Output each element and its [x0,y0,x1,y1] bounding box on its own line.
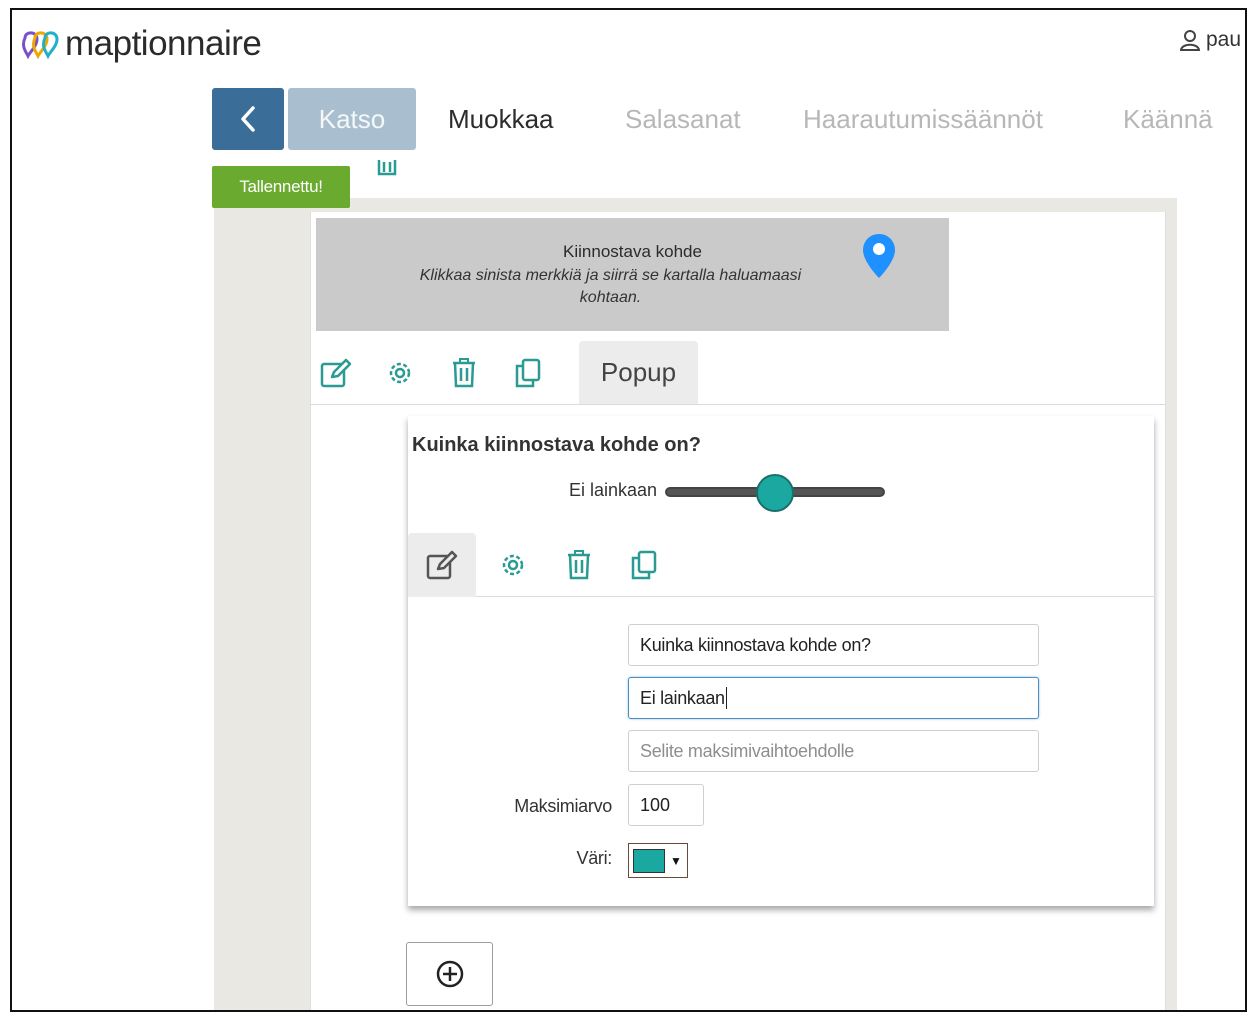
app-window: maptionnaire pau Katso Muokkaa Salasanat… [10,8,1247,1012]
settings-gear-icon[interactable] [380,353,420,393]
plus-circle-icon [436,960,463,988]
slider-question-card: Kuinka kiinnostava kohde on? Ei lainkaan [408,416,1154,906]
copy-icon[interactable] [624,545,664,585]
map-question-toolbar [316,341,572,405]
question-title: Kuinka kiinnostava kohde on? [412,434,701,456]
max-label-input-placeholder: Selite maksimivaihtoehdolle [640,740,855,761]
tab-popup[interactable]: Popup [579,341,698,404]
tab-katso[interactable]: Katso [288,88,416,150]
question-title-input-value: Kuinka kiinnostava kohde on? [640,634,871,655]
edit-tab[interactable] [408,533,476,597]
tab-kaanna[interactable]: Käännä [1123,88,1213,150]
map-question-title: Kiinnostava kohde [563,242,702,261]
question-title-input[interactable]: Kuinka kiinnostava kohde on? [628,624,1039,666]
chevron-left-icon [241,106,255,132]
max-value-input-value: 100 [640,794,671,815]
text-cursor [725,687,727,709]
tab-muokkaa[interactable]: Muokkaa [448,88,554,150]
map-marker-question[interactable]: Kiinnostava kohde Klikkaa sinista merkki… [316,218,949,331]
slider-min-label: Ei lainkaan [569,480,658,500]
slider-thumb[interactable] [756,474,794,512]
copy-icon[interactable] [508,353,548,393]
logo-text: maptionnaire [65,24,262,63]
edit-icon[interactable] [316,353,356,393]
divider [310,404,1166,405]
max-value-input[interactable]: 100 [628,784,704,826]
dropdown-arrow-icon: ▼ [670,853,682,868]
min-label-input[interactable]: Ei lainkaan [628,677,1039,719]
min-label-input-value: Ei lainkaan [640,687,725,708]
tab-haarautumissaannot[interactable]: Haarautumissäännöt [803,88,1043,150]
settings-gear-icon[interactable] [493,545,533,585]
user-icon [1180,30,1200,51]
color-picker[interactable]: ▼ [628,843,688,878]
edit-icon [426,550,458,580]
max-value-label: Maksimiarvo [514,796,612,816]
user-menu[interactable]: pau [1180,28,1241,52]
maptionnaire-logo[interactable]: maptionnaire [19,24,262,64]
trash-icon[interactable] [444,353,484,393]
max-label-input[interactable]: Selite maksimivaihtoehdolle [628,730,1039,772]
color-label: Väri: [576,848,612,868]
saved-status-badge: Tallennettu! [212,166,350,208]
back-button[interactable] [212,88,284,150]
tab-salasanat[interactable]: Salasanat [625,88,741,150]
question-edit-toolbar [408,533,1154,597]
trash-icon[interactable] [376,158,398,183]
color-swatch [633,848,665,873]
trash-icon[interactable] [559,545,599,585]
logo-icon [22,31,59,59]
add-question-button[interactable] [406,942,493,1006]
map-pin-icon[interactable] [861,232,897,280]
user-name: pau [1206,28,1242,51]
map-question-description: Klikkaa sinista merkkiä ja siirrä se kar… [419,267,802,306]
